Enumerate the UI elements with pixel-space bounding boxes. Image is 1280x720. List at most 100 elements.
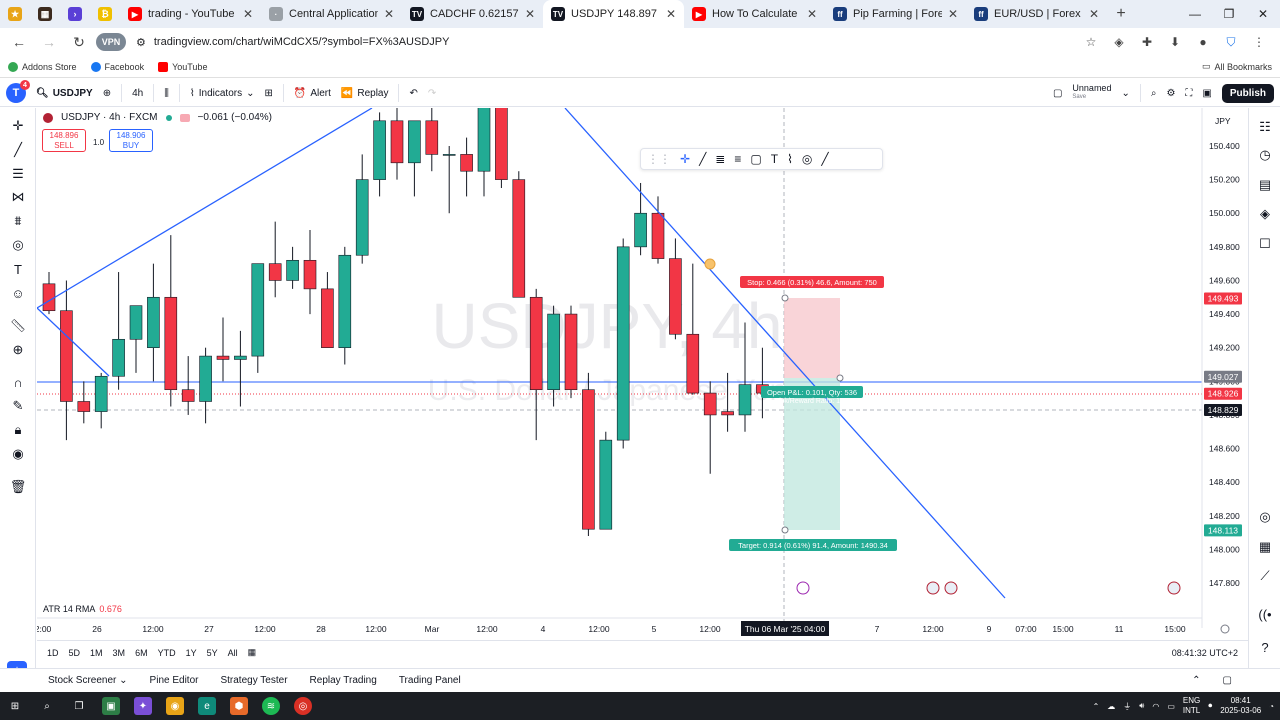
chevron-down-icon[interactable]: ⌄ <box>1121 88 1129 99</box>
browser-icon[interactable]: ◉ <box>166 697 184 715</box>
bookmark-addons[interactable]: Addons Store <box>8 61 77 72</box>
security-shield-icon[interactable]: ⛉ <box>1220 31 1242 53</box>
chat-icon[interactable]: ☐ <box>1256 235 1274 253</box>
pattern-icon[interactable]: ⋈ <box>8 187 28 207</box>
fullscreen-icon[interactable]: ⛶ <box>1185 88 1192 99</box>
menu-icon[interactable]: ⋮ <box>1248 31 1270 53</box>
text-tool-icon[interactable]: T <box>8 259 28 279</box>
tab-close-icon[interactable]: ✕ <box>948 7 958 21</box>
pinned-tab-2[interactable]: ▦ <box>30 0 60 28</box>
tab-close-icon[interactable]: ✕ <box>1089 7 1099 21</box>
zoom-in-icon[interactable]: ⊕ <box>8 340 28 360</box>
stay-drawing-icon[interactable]: ✎ <box>8 396 28 416</box>
maximize-panel-icon[interactable]: ▢ <box>1223 675 1232 686</box>
browser-tab[interactable]: TV CADCHF 0.62157 ▲ +0.04% ✕ <box>402 0 543 28</box>
lock-icon[interactable]: 🔒︎ <box>8 420 28 440</box>
buy-button[interactable]: 148.906 BUY <box>109 129 153 152</box>
reload-icon[interactable]: ↻ <box>66 29 92 55</box>
browser-tab[interactable]: · Central Application Clearing ✕ <box>261 0 402 28</box>
pinned-tab-3[interactable]: › <box>60 0 90 28</box>
trash-icon[interactable]: 🗑︎ <box>8 477 28 497</box>
chart-pane[interactable]: USDJPY, 4h U.S. Dollar / Japanese Yen Stop… <box>37 108 1248 668</box>
tab-strategy-tester[interactable]: Strategy Tester <box>220 675 287 686</box>
undo-button[interactable]: ↶ <box>409 88 417 99</box>
visibility-icon[interactable] <box>179 113 190 122</box>
range-5d[interactable]: 5D <box>69 648 81 658</box>
layout-select-button[interactable]: ▢ <box>1053 88 1062 99</box>
tab-close-icon[interactable]: ✕ <box>525 7 535 21</box>
alerts-clock-icon[interactable]: ◷ <box>1256 146 1274 164</box>
range-5y[interactable]: 5Y <box>207 648 218 658</box>
new-tab-button[interactable]: + <box>1107 5 1135 23</box>
tab-close-icon[interactable]: ✕ <box>666 7 676 21</box>
tray-language[interactable]: ENG INTL <box>1183 696 1200 716</box>
emoji-icon[interactable]: ☺ <box>8 283 28 303</box>
pointer-app-icon[interactable]: ⬢ <box>230 697 248 715</box>
spotify-icon[interactable]: ≋ <box>262 697 280 715</box>
ruler-icon[interactable]: 📏︎ <box>8 316 28 336</box>
site-info-icon[interactable]: ⚙ <box>136 36 146 49</box>
sell-button[interactable]: 148.896 SELL <box>42 129 86 152</box>
go-to-date-icon[interactable]: ▦ <box>248 647 257 658</box>
range-1m[interactable]: 1M <box>90 648 103 658</box>
browser-tab[interactable]: ▶ How To Calculate Points on ✕ <box>684 0 825 28</box>
cloud-icon[interactable]: ☁ <box>1107 702 1115 711</box>
all-bookmarks[interactable]: ▭ All Bookmarks <box>1202 61 1272 72</box>
wifi-icon[interactable]: ◠ <box>1152 702 1159 711</box>
crosshair-icon[interactable]: ✛ <box>8 116 28 136</box>
news-icon[interactable]: ▤ <box>1256 176 1274 194</box>
browser-tab[interactable]: ▶ trading - YouTube ✕ <box>120 0 261 28</box>
snapshot-camera-icon[interactable]: ▣ <box>1202 88 1211 99</box>
search-icon[interactable]: ⌕ <box>38 697 56 715</box>
brush-tool-icon[interactable]: ╱ <box>821 152 828 166</box>
interval-button[interactable]: 4h <box>132 88 143 99</box>
quick-search-icon[interactable]: ⌕ <box>1151 88 1157 99</box>
range-6m[interactable]: 6M <box>135 648 148 658</box>
pinned-tab-4[interactable]: ₿ <box>90 0 120 28</box>
tray-clock[interactable]: 08:41 2025-03-06 <box>1220 696 1261 716</box>
collapse-panel-icon[interactable]: ⌃ <box>1192 675 1200 686</box>
range-all[interactable]: All <box>228 648 238 658</box>
prediction-icon[interactable]: ⩩ <box>8 211 28 231</box>
magnet-icon[interactable]: ∩ <box>8 372 28 392</box>
tab-close-icon[interactable]: ✕ <box>807 7 817 21</box>
mic-icon[interactable]: ⏺ <box>1208 701 1212 711</box>
chrome-icon[interactable]: ◎ <box>294 697 312 715</box>
replay-button[interactable]: ⏪ Replay <box>341 88 389 99</box>
range-1y[interactable]: 1Y <box>186 648 197 658</box>
pinned-tab-1[interactable]: ★ <box>0 0 30 28</box>
profile-icon[interactable]: ● <box>1192 31 1214 53</box>
settings-gear-icon[interactable]: ⚙ <box>1166 88 1175 99</box>
tab-close-icon[interactable]: ✕ <box>243 7 253 21</box>
watchlist-icon[interactable]: ☷ <box>1256 118 1274 136</box>
download-icon[interactable]: ⬇ <box>1164 31 1186 53</box>
audio-icon[interactable]: 🔊︎ <box>1139 701 1144 711</box>
tray-chevron-icon[interactable]: ⌃ <box>1093 702 1100 711</box>
chart-clock[interactable]: 08:41:32 UTC+2 <box>1172 648 1238 658</box>
notifications-icon[interactable]: ◔ <box>1269 702 1274 711</box>
bookmark-star-icon[interactable]: ☆ <box>1080 31 1102 53</box>
url-field[interactable]: ⚙ tradingview.com/chart/wiMCdCX5/?symbol… <box>130 30 1076 54</box>
copilot-icon[interactable]: ✦ <box>134 697 152 715</box>
bookmark-youtube[interactable]: YouTube <box>158 61 207 72</box>
ideas-icon[interactable]: ⟋ <box>1256 567 1274 585</box>
usb-icon[interactable]: ⏚ <box>1123 701 1131 712</box>
alert-button[interactable]: ⏰ Alert <box>294 88 331 99</box>
tab-stock-screener[interactable]: Stock Screener ⌄ <box>48 675 128 686</box>
range-ytd[interactable]: YTD <box>158 648 176 658</box>
templates-button[interactable]: ⊞ <box>264 88 272 99</box>
indicators-button[interactable]: ⌇ Indicators ⌄ <box>190 88 255 99</box>
price-chart-svg[interactable]: USDJPY, 4h U.S. Dollar / Japanese Yen Stop… <box>37 108 1248 640</box>
range-1d[interactable]: 1D <box>47 648 59 658</box>
tab-replay-trading[interactable]: Replay Trading <box>310 675 377 686</box>
layout-name-button[interactable]: Unnamed Save <box>1072 84 1111 102</box>
edge-icon[interactable]: e <box>198 697 216 715</box>
extensions-icon[interactable]: ✚ <box>1136 31 1158 53</box>
help-icon[interactable]: ? <box>1256 638 1274 656</box>
browser-tab[interactable]: ff Pip Farming | Forex Factory ✕ <box>825 0 966 28</box>
maximize-icon[interactable]: ❐ <box>1212 0 1246 28</box>
extension-shield-icon[interactable]: ◈ <box>1108 31 1130 53</box>
tab-pine-editor[interactable]: Pine Editor <box>150 675 199 686</box>
back-icon[interactable]: ← <box>6 29 32 55</box>
hide-drawings-eye-icon[interactable]: ◉ <box>8 444 28 464</box>
